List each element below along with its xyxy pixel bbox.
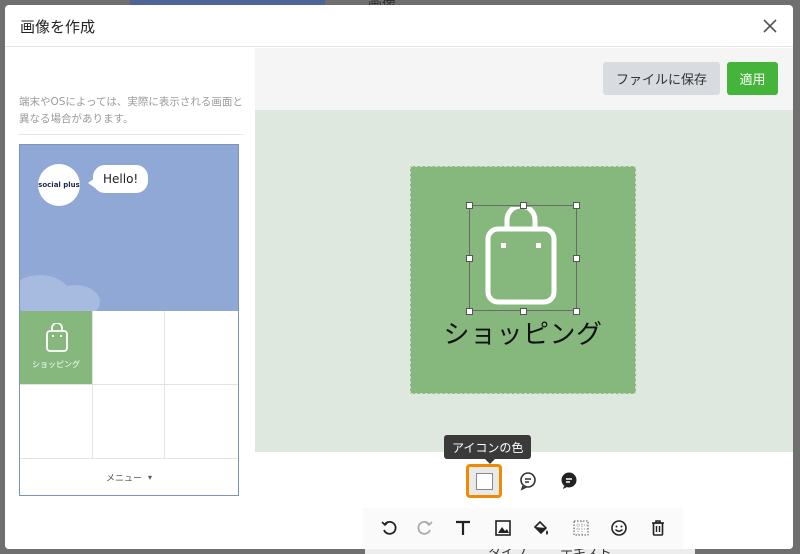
rich-menu-cell[interactable]	[165, 311, 238, 385]
emoji-button[interactable]	[605, 514, 633, 542]
save-to-file-button[interactable]: ファイルに保存	[603, 62, 720, 95]
text-icon	[456, 520, 470, 535]
create-image-modal: 画像を作成 端末やOSによっては、実際に表示される画面と異なる場合があります。 …	[5, 5, 793, 549]
preview-hint: 端末やOSによっては、実際に表示される画面と異なる場合があります。	[19, 96, 243, 125]
tool-area: アイコンの色	[255, 435, 793, 549]
emoji-icon	[611, 520, 627, 536]
rich-menu-grid: ショッピング	[20, 311, 238, 459]
undo-icon	[381, 520, 397, 535]
resize-handle[interactable]	[466, 202, 473, 209]
chat-bubble: Hello!	[93, 165, 149, 193]
speech-bubble-filled-icon	[561, 472, 577, 489]
resize-handle[interactable]	[573, 255, 580, 262]
speech-bubble-filled-button[interactable]	[555, 467, 583, 495]
text-button[interactable]	[449, 514, 477, 542]
resize-handle[interactable]	[466, 255, 473, 262]
rich-menu-cell[interactable]	[20, 385, 93, 459]
delete-button[interactable]	[644, 514, 672, 542]
chat-area: social plus Hello!	[20, 145, 238, 311]
redo-icon	[417, 520, 433, 535]
color-swatch	[475, 472, 493, 490]
editor-panel: ファイルに保存 適用 ショッピング アイコンの色	[255, 48, 793, 549]
phone-preview: social plus Hello! ショッピング メニュー ▾	[19, 144, 239, 496]
resize-handle[interactable]	[573, 202, 580, 209]
menu-bar[interactable]: メニュー ▾	[20, 459, 238, 495]
tooltip: アイコンの色	[444, 435, 532, 459]
fill-icon	[533, 520, 548, 535]
image-button[interactable]	[489, 514, 517, 542]
speech-bubble-outline-button[interactable]	[514, 467, 542, 495]
close-button[interactable]	[757, 13, 783, 39]
divider	[19, 134, 244, 135]
rich-menu-cell[interactable]	[93, 311, 165, 385]
resize-handle[interactable]	[520, 202, 527, 209]
chevron-down-icon: ▾	[148, 472, 153, 482]
close-icon	[763, 19, 777, 33]
apply-button[interactable]: 適用	[727, 62, 778, 95]
menu-bar-label: メニュー	[105, 473, 142, 484]
avatar-label: social plus	[38, 181, 80, 189]
modal-title: 画像を作成	[20, 18, 96, 36]
preview-panel: 端末やOSによっては、実際に表示される画面と異なる場合があります。 social…	[5, 48, 255, 549]
avatar: social plus	[38, 164, 80, 206]
speech-bubble-outline-icon	[520, 472, 536, 491]
transparency-button[interactable]	[567, 514, 595, 542]
rich-menu-cell[interactable]	[93, 385, 165, 459]
undo-button[interactable]	[375, 514, 403, 542]
icon-color-button[interactable]	[466, 464, 502, 498]
editor-canvas[interactable]: ショッピング	[255, 110, 793, 452]
rich-menu-cell-label: ショッピング	[32, 360, 80, 369]
modal-header: 画像を作成	[5, 5, 793, 47]
fill-button[interactable]	[527, 514, 555, 542]
image-icon	[495, 520, 511, 536]
edit-toolbar	[363, 508, 683, 548]
cloud-decoration	[50, 285, 100, 311]
rich-menu-cell[interactable]	[165, 385, 238, 459]
image-tile[interactable]: ショッピング	[410, 166, 636, 394]
trash-icon	[652, 520, 664, 536]
selection-box[interactable]	[466, 202, 580, 315]
rich-menu-cell-shopping[interactable]: ショッピング	[20, 311, 93, 385]
transparency-icon	[573, 520, 589, 536]
redo-button[interactable]	[411, 514, 439, 542]
shopping-bag-icon	[46, 323, 68, 352]
image-caption[interactable]: ショッピング	[411, 314, 635, 351]
